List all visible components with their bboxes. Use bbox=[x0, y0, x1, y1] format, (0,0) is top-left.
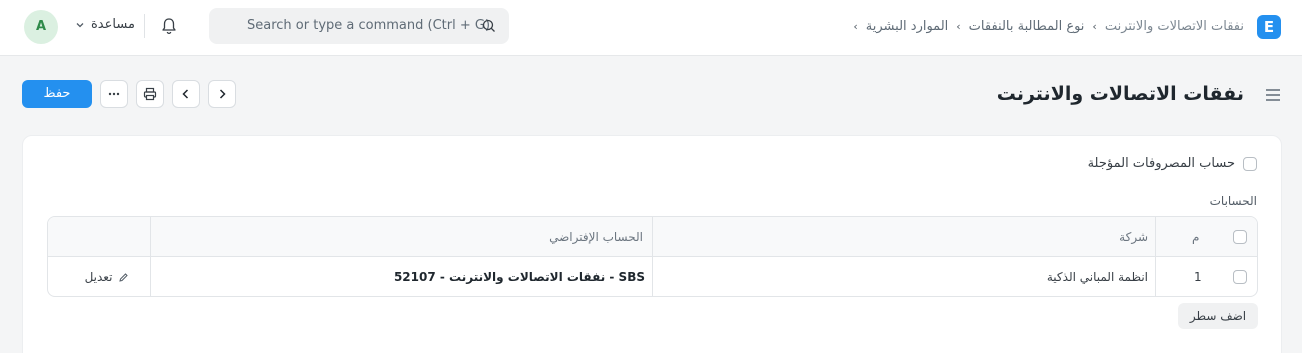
next-record-button[interactable] bbox=[208, 80, 236, 108]
chevron-right-icon bbox=[219, 89, 226, 99]
search-icon bbox=[482, 19, 495, 32]
chevron-left-icon bbox=[182, 89, 189, 99]
chevron-down-icon bbox=[76, 22, 84, 27]
row-select-checkbox[interactable] bbox=[1233, 270, 1247, 284]
page-title: نفقات الاتصالات والانترنت bbox=[996, 83, 1244, 105]
header-company: شركة bbox=[1119, 230, 1148, 244]
deferred-expense-field[interactable]: حساب المصروفات المؤجلة bbox=[1088, 156, 1257, 171]
table-row[interactable]: 1 انظمة المباني الذكية 52107 - نفقات الا… bbox=[48, 257, 1257, 296]
header-index: م bbox=[1192, 230, 1200, 244]
form-card: حساب المصروفات المؤجلة الحسابات م شركة ا… bbox=[22, 135, 1282, 353]
accounts-section-label: الحسابات bbox=[1209, 194, 1257, 208]
breadcrumb-separator-icon: › bbox=[956, 19, 961, 33]
row-select-cell bbox=[1233, 257, 1253, 296]
column-divider bbox=[1155, 257, 1156, 296]
search-bar[interactable]: Search or type a command (Ctrl + G) bbox=[209, 8, 509, 44]
previous-record-button[interactable] bbox=[172, 80, 200, 108]
column-divider bbox=[150, 257, 151, 296]
row-default-account-cell[interactable]: 52107 - نفقات الاتصالات والانترنت - SBS bbox=[348, 257, 645, 296]
more-actions-button[interactable] bbox=[100, 80, 128, 108]
deferred-expense-label: حساب المصروفات المؤجلة bbox=[1087, 156, 1235, 171]
printer-icon bbox=[143, 87, 157, 101]
select-all-cell bbox=[1233, 217, 1253, 257]
breadcrumb-item-expense-claim-type[interactable]: نوع المطالبة بالنفقات bbox=[969, 19, 1085, 34]
breadcrumb-separator-icon: › bbox=[1092, 19, 1097, 33]
user-avatar[interactable]: A bbox=[24, 10, 58, 44]
accounts-table: م شركة الحساب الإفتراضي 1 انظمة المباني … bbox=[47, 216, 1258, 297]
pencil-icon bbox=[119, 272, 129, 282]
column-divider bbox=[1155, 217, 1156, 257]
column-divider bbox=[150, 217, 151, 257]
row-company-cell[interactable]: انظمة المباني الذكية bbox=[948, 257, 1148, 296]
select-all-checkbox[interactable] bbox=[1233, 230, 1247, 244]
navbar-divider bbox=[144, 14, 145, 38]
breadcrumb: › الموارد البشرية › نوع المطالبة بالنفقا… bbox=[853, 16, 1244, 36]
row-edit-label: تعديل bbox=[84, 270, 113, 284]
column-divider bbox=[652, 257, 653, 296]
more-dots-icon bbox=[108, 92, 120, 96]
breadcrumb-separator-icon: › bbox=[853, 19, 858, 33]
table-header-row: م شركة الحساب الإفتراضي bbox=[48, 217, 1257, 257]
search-input[interactable]: Search or type a command (Ctrl + G) bbox=[247, 18, 490, 33]
print-button[interactable] bbox=[136, 80, 164, 108]
row-index: 1 bbox=[1194, 270, 1202, 284]
column-divider bbox=[652, 217, 653, 257]
header-default-account: الحساب الإفتراضي bbox=[549, 230, 643, 244]
breadcrumb-item-current: نفقات الاتصالات والانترنت bbox=[1104, 18, 1244, 34]
row-edit-button[interactable]: تعديل bbox=[70, 257, 144, 296]
deferred-expense-checkbox[interactable] bbox=[1243, 156, 1257, 171]
breadcrumb-item-hr[interactable]: الموارد البشرية bbox=[866, 19, 948, 34]
help-label: مساعدة bbox=[91, 17, 135, 32]
notifications-bell-icon[interactable] bbox=[159, 16, 179, 36]
add-row-button[interactable]: اضف سطر bbox=[1178, 303, 1258, 329]
save-button[interactable]: حفظ bbox=[22, 80, 92, 108]
help-dropdown[interactable]: مساعدة bbox=[75, 17, 135, 32]
sidebar-toggle-icon[interactable] bbox=[1265, 88, 1281, 102]
navbar: A مساعدة Search or type a command (Ctrl … bbox=[0, 0, 1302, 56]
app-logo[interactable]: E bbox=[1257, 15, 1281, 39]
